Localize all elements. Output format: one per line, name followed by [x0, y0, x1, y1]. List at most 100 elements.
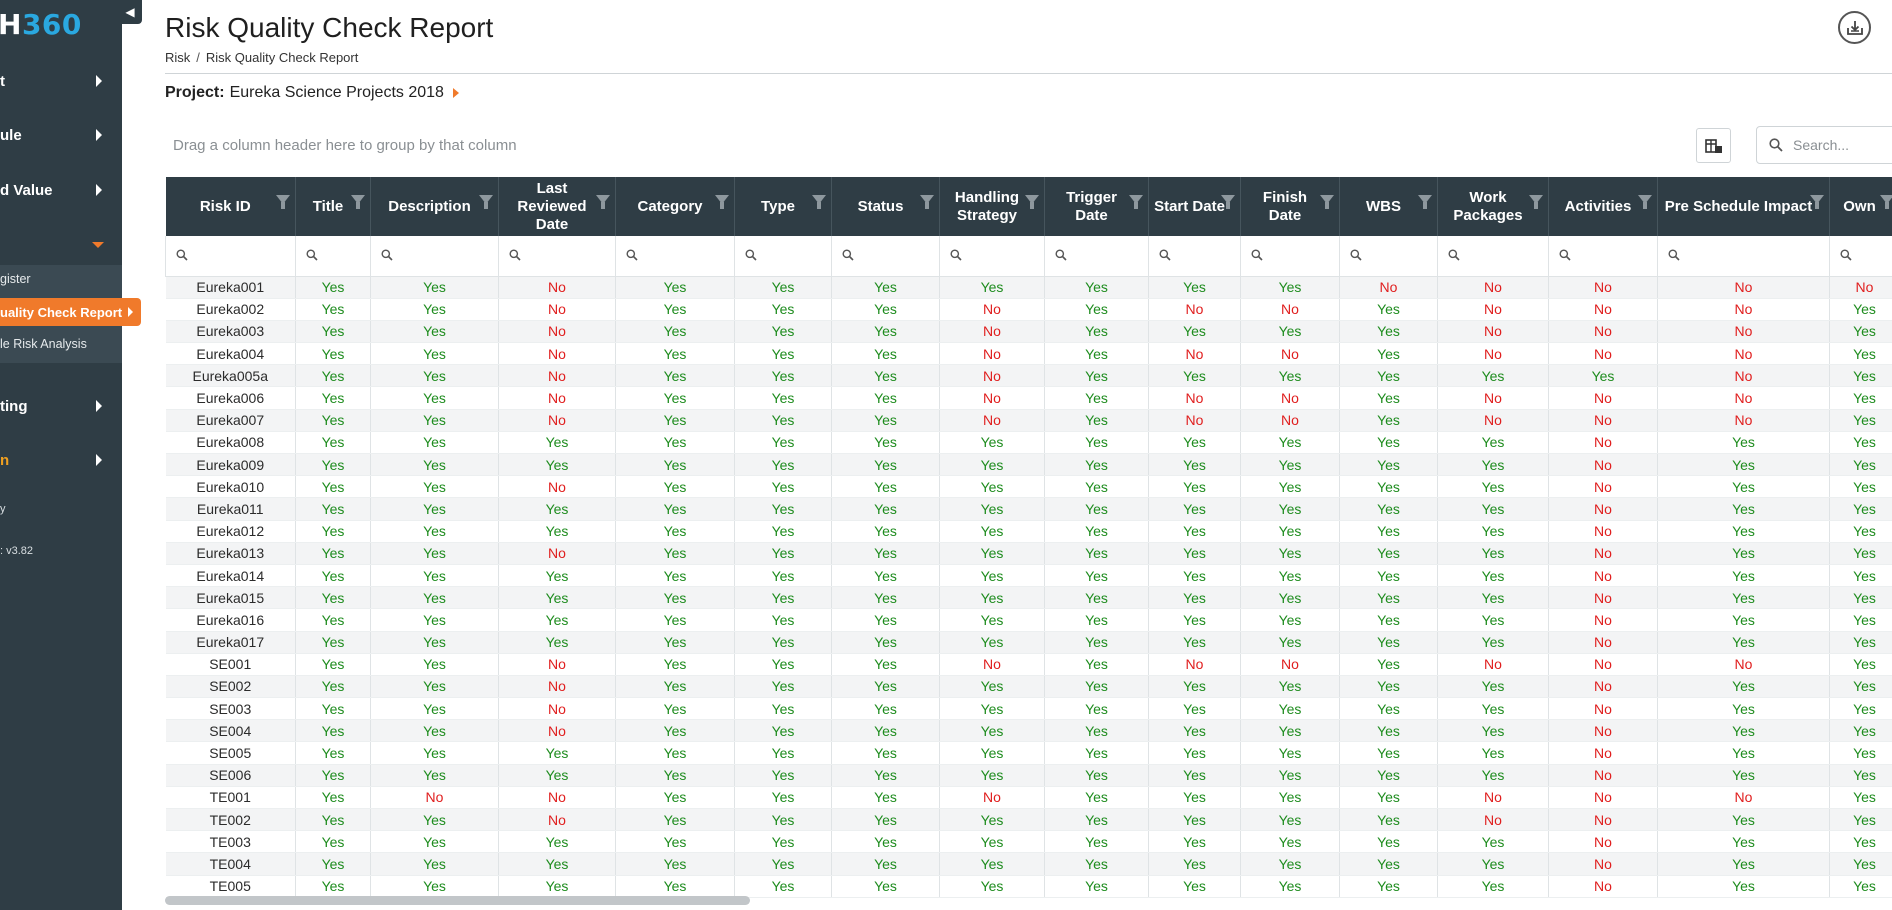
column-filter-cell[interactable]: [1548, 236, 1658, 277]
column-filter-cell[interactable]: [939, 236, 1045, 277]
column-header-last-reviewed[interactable]: Last Reviewed Date: [498, 177, 616, 236]
column-header-owner[interactable]: Own: [1829, 177, 1892, 236]
filter-funnel-icon[interactable]: [276, 195, 290, 209]
table-row[interactable]: SE002 Yes Yes No Yes Yes Yes Yes Yes Yes Yes Yes Yes…: [165, 675, 1892, 699]
check-cell-type: Yes: [734, 719, 832, 743]
filter-funnel-icon[interactable]: [1320, 195, 1334, 209]
column-header-title[interactable]: Title: [295, 177, 371, 236]
filter-funnel-icon[interactable]: [1529, 195, 1543, 209]
sidebar-collapse-button[interactable]: ◀: [118, 0, 142, 24]
horizontal-scrollbar[interactable]: [165, 896, 750, 905]
column-filter-cell[interactable]: [1240, 236, 1340, 277]
column-filter-cell[interactable]: [1148, 236, 1241, 277]
filter-funnel-icon[interactable]: [1221, 195, 1235, 209]
table-row[interactable]: SE003 Yes Yes No Yes Yes Yes Yes Yes Yes Yes Yes Yes…: [165, 697, 1892, 721]
table-row[interactable]: Eureka016 Yes Yes Yes Yes Yes Yes Yes Yes Yes Yes Y…: [165, 608, 1892, 632]
table-row[interactable]: Eureka005a Yes Yes No Yes Yes Yes No Yes Yes Yes Ye…: [165, 364, 1892, 388]
project-expand-icon[interactable]: [452, 88, 459, 98]
check-cell-finish: Yes: [1240, 453, 1340, 477]
filter-funnel-icon[interactable]: [1418, 195, 1432, 209]
filter-funnel-icon[interactable]: [351, 195, 365, 209]
column-header-activities[interactable]: Activities: [1548, 177, 1658, 236]
table-row[interactable]: Eureka001 Yes Yes No Yes Yes Yes Yes Yes Yes Yes No…: [165, 276, 1892, 299]
table-row[interactable]: SE006 Yes Yes Yes Yes Yes Yes Yes Yes Yes Yes Yes Ye…: [165, 764, 1892, 787]
column-header-wbs[interactable]: WBS: [1339, 177, 1438, 236]
column-header-work-packages[interactable]: Work Packages: [1437, 177, 1549, 236]
download-button[interactable]: [1838, 11, 1871, 44]
check-cell-finish: Yes: [1240, 786, 1340, 810]
sidebar-item-5[interactable]: n: [0, 445, 122, 475]
sidebar-subitem-register[interactable]: gister: [0, 265, 122, 293]
column-header-pre-schedule[interactable]: Pre Schedule Impact: [1657, 177, 1830, 236]
sidebar-item-1[interactable]: t: [0, 66, 122, 96]
table-row[interactable]: Eureka004 Yes Yes No Yes Yes Yes No Yes No No Yes No…: [165, 342, 1892, 366]
table-row[interactable]: TE002 Yes Yes No Yes Yes Yes Yes Yes Yes Yes Yes No N…: [165, 808, 1892, 832]
search-input[interactable]: [1793, 137, 1892, 153]
column-header-status[interactable]: Status: [831, 177, 940, 236]
column-chooser-button[interactable]: [1696, 128, 1731, 163]
table-row[interactable]: Eureka009 Yes Yes Yes Yes Yes Yes Yes Yes Yes Yes Y…: [165, 453, 1892, 477]
check-cell-wbs: Yes: [1339, 342, 1438, 366]
sidebar-item-4[interactable]: ting: [0, 391, 122, 421]
sidebar-item-3[interactable]: d Value: [0, 175, 122, 205]
table-row[interactable]: Eureka015 Yes Yes Yes Yes Yes Yes Yes Yes Yes Yes Y…: [165, 586, 1892, 610]
column-header-description[interactable]: Description: [370, 177, 499, 236]
filter-funnel-icon[interactable]: [1810, 195, 1824, 209]
filter-funnel-icon[interactable]: [920, 195, 934, 209]
column-filter-cell[interactable]: [1437, 236, 1549, 277]
sidebar-subitem-schedule-risk-analysis[interactable]: le Risk Analysis: [0, 330, 122, 358]
column-filter-cell[interactable]: [1829, 236, 1892, 277]
table-row[interactable]: SE004 Yes Yes No Yes Yes Yes Yes Yes Yes Yes Yes Yes…: [165, 719, 1892, 743]
filter-funnel-icon[interactable]: [1880, 195, 1892, 209]
table-row[interactable]: TE005 Yes Yes Yes Yes Yes Yes Yes Yes Yes Yes Yes Ye…: [165, 875, 1892, 898]
column-header-start[interactable]: Start Date: [1148, 177, 1241, 236]
column-filter-cell[interactable]: [1339, 236, 1438, 277]
filter-funnel-icon[interactable]: [1129, 195, 1143, 209]
sidebar-item-risk[interactable]: [0, 230, 122, 260]
column-filter-cell[interactable]: [498, 236, 616, 277]
brand-logo[interactable]: H360: [0, 8, 82, 41]
breadcrumb-risk[interactable]: Risk: [165, 50, 190, 65]
table-row[interactable]: Eureka008 Yes Yes Yes Yes Yes Yes Yes Yes Yes Yes Y…: [165, 431, 1892, 455]
column-header-handling[interactable]: Handling Strategy: [939, 177, 1045, 236]
column-header-id[interactable]: Risk ID: [165, 177, 296, 236]
table-row[interactable]: TE003 Yes Yes Yes Yes Yes Yes Yes Yes Yes Yes Yes Ye…: [165, 830, 1892, 854]
column-filter-cell[interactable]: [165, 236, 296, 277]
table-row[interactable]: TE001 Yes No No Yes Yes Yes No Yes Yes Yes Yes No No N…: [165, 786, 1892, 810]
column-filter-cell[interactable]: [1657, 236, 1830, 277]
table-row[interactable]: SE001 Yes Yes No Yes Yes Yes No Yes No No Yes No No No…: [165, 653, 1892, 676]
column-filter-cell[interactable]: [370, 236, 499, 277]
table-row[interactable]: Eureka014 Yes Yes Yes Yes Yes Yes Yes Yes Yes Yes Y…: [165, 564, 1892, 588]
check-cell-work-packages: Yes: [1437, 431, 1549, 455]
filter-funnel-icon[interactable]: [479, 195, 493, 209]
column-header-type[interactable]: Type: [734, 177, 832, 236]
column-filter-cell[interactable]: [615, 236, 735, 277]
table-row[interactable]: Eureka012 Yes Yes Yes Yes Yes Yes Yes Yes Yes Yes Y…: [165, 520, 1892, 543]
filter-funnel-icon[interactable]: [812, 195, 826, 209]
table-row[interactable]: Eureka006 Yes Yes No Yes Yes Yes No Yes No No Yes No…: [165, 386, 1892, 410]
column-filter-cell[interactable]: [831, 236, 940, 277]
table-row[interactable]: Eureka010 Yes Yes No Yes Yes Yes Yes Yes Yes Yes Ye…: [165, 475, 1892, 499]
group-by-panel[interactable]: Drag a column header here to group by th…: [165, 128, 1892, 164]
table-row[interactable]: Eureka007 Yes Yes No Yes Yes Yes No Yes No No Yes No…: [165, 409, 1892, 432]
filter-funnel-icon[interactable]: [1638, 195, 1652, 209]
table-row[interactable]: Eureka003 Yes Yes No Yes Yes Yes No Yes Yes Yes Yes…: [165, 320, 1892, 344]
column-header-trigger[interactable]: Trigger Date: [1044, 177, 1149, 236]
filter-funnel-icon[interactable]: [596, 195, 610, 209]
check-cell-wbs: Yes: [1339, 475, 1438, 499]
table-row[interactable]: Eureka017 Yes Yes Yes Yes Yes Yes Yes Yes Yes Yes Y…: [165, 631, 1892, 654]
column-filter-cell[interactable]: [295, 236, 371, 277]
column-header-category[interactable]: Category: [615, 177, 735, 236]
table-row[interactable]: Eureka013 Yes Yes No Yes Yes Yes Yes Yes Yes Yes Ye…: [165, 542, 1892, 565]
filter-funnel-icon[interactable]: [715, 195, 729, 209]
table-row[interactable]: SE005 Yes Yes Yes Yes Yes Yes Yes Yes Yes Yes Yes Ye…: [165, 741, 1892, 765]
column-filter-cell[interactable]: [734, 236, 832, 277]
sidebar-item-2[interactable]: ule: [0, 120, 122, 150]
sidebar-subitem-quality-check-report[interactable]: uality Check Report: [0, 298, 141, 326]
table-row[interactable]: Eureka002 Yes Yes No Yes Yes Yes No Yes No No Yes No…: [165, 298, 1892, 321]
table-row[interactable]: TE004 Yes Yes Yes Yes Yes Yes Yes Yes Yes Yes Yes Ye…: [165, 852, 1892, 876]
table-row[interactable]: Eureka011 Yes Yes Yes Yes Yes Yes Yes Yes Yes Yes Y…: [165, 497, 1892, 521]
filter-funnel-icon[interactable]: [1025, 195, 1039, 209]
column-filter-cell[interactable]: [1044, 236, 1149, 277]
column-header-finish[interactable]: Finish Date: [1240, 177, 1340, 236]
